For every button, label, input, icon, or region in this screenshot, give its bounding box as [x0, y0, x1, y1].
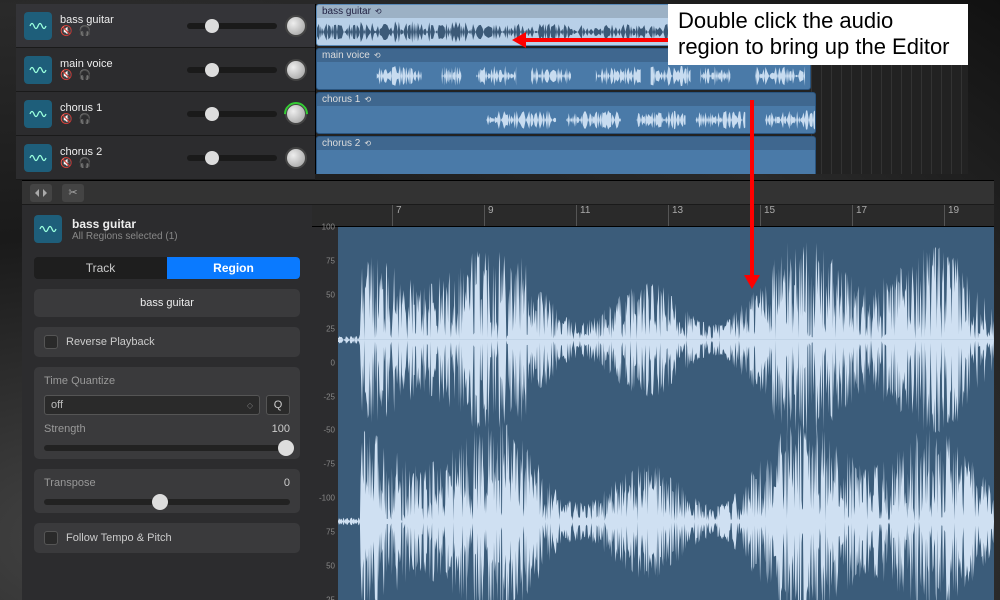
scissors-tool-button[interactable]: ✂: [62, 184, 84, 202]
editor-inspector: bass guitar All Regions selected (1) Tra…: [22, 205, 312, 600]
track-name-label: chorus 1: [60, 102, 179, 114]
mute-icon[interactable]: 🔇: [60, 26, 72, 37]
pan-knob[interactable]: [285, 103, 307, 125]
amplitude-label: 75: [326, 256, 335, 265]
annotation-arrow-left: [516, 38, 671, 42]
track-header-list: bass guitar 🔇 🎧 main voice 🔇 🎧 chorus 1: [16, 4, 316, 174]
strength-label: Strength: [44, 423, 86, 435]
headphone-icon[interactable]: 🎧: [78, 158, 90, 169]
audio-track-icon: [24, 100, 52, 128]
inspector-tabs: Track Region: [34, 257, 300, 279]
volume-slider[interactable]: [187, 23, 277, 29]
transpose-slider[interactable]: [44, 499, 290, 505]
follow-tempo-label: Follow Tempo & Pitch: [66, 532, 172, 544]
mute-icon[interactable]: 🔇: [60, 70, 72, 81]
audio-track-icon: [24, 12, 52, 40]
amplitude-label: 50: [326, 290, 335, 299]
amplitude-label: -75: [323, 460, 335, 469]
volume-slider[interactable]: [187, 111, 277, 117]
amplitude-label: 25: [326, 596, 335, 600]
annotation-arrow-down: [750, 100, 754, 285]
loop-icon: ⟲: [364, 95, 371, 104]
audio-region[interactable]: chorus 1 ⟲: [316, 92, 816, 134]
time-quantize-label: Time Quantize: [44, 375, 290, 387]
ruler-mark: 19: [944, 205, 959, 226]
pan-knob[interactable]: [285, 147, 307, 169]
headphone-icon[interactable]: 🎧: [78, 26, 90, 37]
audio-track-icon: [34, 215, 62, 243]
amplitude-label: 100: [322, 223, 335, 232]
amplitude-label: -50: [323, 426, 335, 435]
loop-icon: ⟲: [375, 7, 382, 16]
amplitude-scale: 1007550250-25-50-75-100755025: [312, 227, 338, 600]
transpose-value: 0: [284, 477, 290, 489]
timeline-ruler[interactable]: 7 9 11 13 15 17 19: [312, 205, 994, 227]
track-header[interactable]: main voice 🔇 🎧: [16, 48, 315, 92]
follow-tempo-checkbox[interactable]: [44, 531, 58, 545]
volume-slider[interactable]: [187, 155, 277, 161]
editor-toolbar: ✂: [22, 181, 994, 205]
annotation-callout: Double click the audio region to bring u…: [668, 4, 968, 65]
mute-icon[interactable]: 🔇: [60, 158, 72, 169]
loop-icon: ⟲: [364, 139, 371, 148]
amplitude-label: 0: [331, 358, 335, 367]
amplitude-label: -100: [319, 494, 335, 503]
time-quantize-select[interactable]: off◇: [44, 395, 260, 415]
ruler-mark: 15: [760, 205, 775, 226]
headphone-icon[interactable]: 🎧: [78, 114, 90, 125]
track-name-label: main voice: [60, 58, 179, 70]
region-label: chorus 2 ⟲: [317, 137, 815, 150]
amplitude-label: 50: [326, 562, 335, 571]
volume-slider[interactable]: [187, 67, 277, 73]
track-header[interactable]: chorus 2 🔇 🎧: [16, 136, 315, 180]
audio-track-icon: [24, 56, 52, 84]
audio-editor: ✂ bass guitar All Regions selected (1) T…: [22, 180, 994, 600]
ruler-mark: 9: [484, 205, 494, 226]
ruler-mark: 7: [392, 205, 402, 226]
ruler-mark: 13: [668, 205, 683, 226]
mute-icon[interactable]: 🔇: [60, 114, 72, 125]
quantize-now-button[interactable]: Q: [266, 395, 290, 415]
reverse-playback-checkbox[interactable]: [44, 335, 58, 349]
editor-region-title: bass guitar: [72, 217, 178, 231]
loop-icon: ⟲: [374, 51, 381, 60]
tab-track[interactable]: Track: [34, 257, 167, 279]
waveform-area[interactable]: 7 9 11 13 15 17 19 100 75 50 25 0 -25 -50 -75 -100 75 50…: [312, 205, 994, 600]
track-header[interactable]: chorus 1 🔇 🎧: [16, 92, 315, 136]
ruler-mark: 11: [576, 205, 590, 226]
track-name-label: bass guitar: [60, 14, 179, 26]
headphone-icon[interactable]: 🎧: [78, 70, 90, 81]
region-name-field[interactable]: bass guitar: [44, 297, 290, 309]
amplitude-label: -25: [323, 392, 335, 401]
waveform-display[interactable]: [338, 227, 994, 600]
flex-tool-button[interactable]: [30, 184, 52, 202]
pan-knob[interactable]: [285, 59, 307, 81]
strength-value: 100: [272, 423, 290, 435]
audio-region[interactable]: chorus 2 ⟲: [316, 136, 816, 174]
tab-region[interactable]: Region: [167, 257, 300, 279]
audio-track-icon: [24, 144, 52, 172]
ruler-mark: 17: [852, 205, 867, 226]
pan-knob[interactable]: [285, 15, 307, 37]
strength-slider[interactable]: [44, 445, 290, 451]
amplitude-label: 25: [326, 324, 335, 333]
editor-selection-summary: All Regions selected (1): [72, 231, 178, 242]
amplitude-label: 75: [326, 528, 335, 537]
track-name-label: chorus 2: [60, 146, 179, 158]
transpose-label: Transpose: [44, 477, 96, 489]
track-header[interactable]: bass guitar 🔇 🎧: [16, 4, 315, 48]
region-label: chorus 1 ⟲: [317, 93, 815, 106]
reverse-playback-label: Reverse Playback: [66, 336, 155, 348]
